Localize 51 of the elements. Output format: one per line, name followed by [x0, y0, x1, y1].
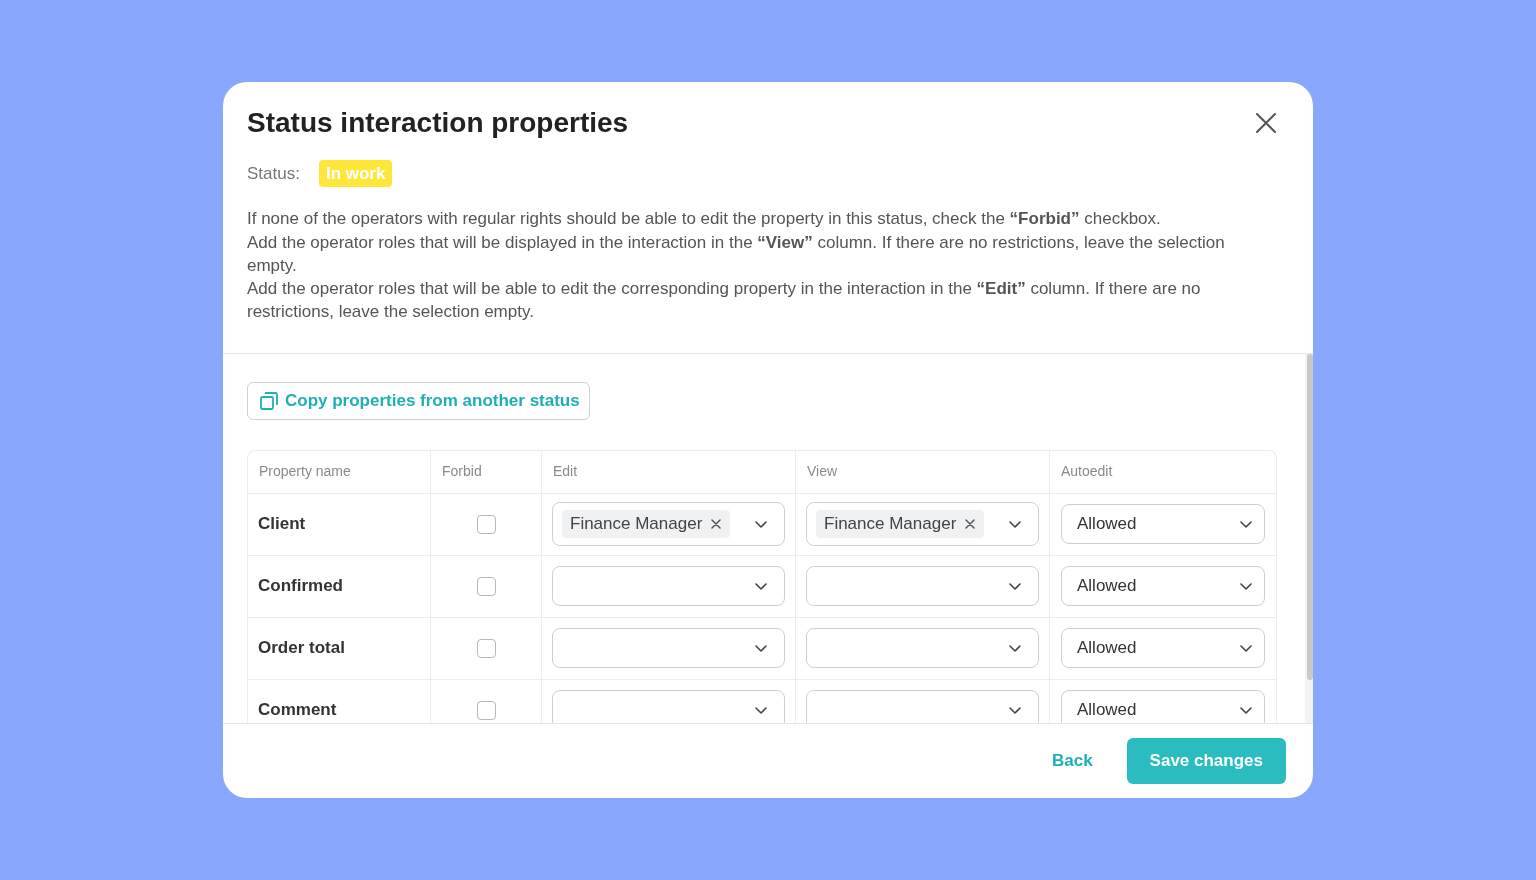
column-header: Property name — [259, 462, 351, 482]
autoedit-select[interactable]: Allowed — [1061, 628, 1265, 669]
scrollbar-thumb[interactable] — [1307, 353, 1313, 680]
chevron-down-icon — [1009, 582, 1021, 590]
forbid-checkbox[interactable] — [476, 514, 496, 534]
chevron-down-icon — [755, 644, 767, 652]
status-label: Status: — [247, 163, 300, 185]
chevron-down-icon — [755, 582, 767, 590]
chevron-down-icon — [755, 520, 767, 528]
edit-roles-select[interactable] — [552, 628, 785, 669]
column-header: Edit — [553, 462, 578, 482]
chevron-down-icon — [1009, 706, 1021, 714]
copy-icon — [260, 391, 278, 410]
chevron-down-icon — [1009, 520, 1021, 528]
chevron-down-icon — [755, 706, 767, 714]
view-roles-select[interactable] — [806, 690, 1039, 723]
property-name: Confirmed — [258, 575, 343, 598]
chevron-down-icon — [1240, 706, 1252, 714]
edit-roles-select[interactable] — [552, 690, 785, 723]
autoedit-select[interactable]: Allowed — [1061, 690, 1265, 723]
autoedit-select[interactable]: Allowed — [1061, 566, 1265, 607]
close-icon — [1256, 113, 1276, 134]
view-roles-select[interactable] — [806, 566, 1039, 607]
edit-roles-select[interactable]: Finance Manager — [552, 502, 785, 547]
scrollbar[interactable] — [1305, 353, 1313, 723]
chevron-down-icon — [1240, 644, 1252, 652]
instruction-text: Add the operator roles that will be displayed in the interaction in the “View” column. If there are no restrictions, leave the selection empty. — [247, 231, 1226, 277]
column-header: Forbid — [442, 462, 482, 482]
property-name: Comment — [258, 699, 337, 722]
view-roles-select[interactable] — [806, 628, 1039, 669]
close-icon[interactable] — [711, 519, 722, 530]
forbid-checkbox[interactable] — [476, 700, 496, 720]
property-name: Client — [258, 513, 306, 536]
instruction-text: Add the operator roles that will be able to edit the corresponding property in the interaction in the “Edit” column. If there are no restrictions, leave the selection empty. — [247, 278, 1202, 324]
forbid-checkbox[interactable] — [476, 638, 496, 658]
role-name: Finance Manager — [570, 513, 703, 536]
view-roles-select[interactable]: Finance Manager — [806, 502, 1039, 547]
close-icon[interactable] — [965, 519, 976, 530]
chevron-down-icon — [1009, 644, 1021, 652]
autoedit-select[interactable]: Allowed — [1061, 504, 1265, 545]
column-header: View — [807, 462, 838, 482]
instruction-text: If none of the operators with regular rights should be able to edit the property in this status, check the “Forbid” checkbox. — [247, 208, 1162, 231]
role-name: Finance Manager — [824, 513, 957, 536]
edit-roles-select[interactable] — [552, 566, 785, 607]
column-header: Autoedit — [1061, 462, 1113, 482]
status-tag: In work — [318, 160, 393, 188]
forbid-checkbox[interactable] — [476, 576, 496, 596]
chevron-down-icon — [1240, 520, 1252, 528]
dialog-title: Status interaction properties — [247, 106, 629, 141]
chevron-down-icon — [1240, 582, 1252, 590]
property-name: Order total — [258, 637, 345, 660]
